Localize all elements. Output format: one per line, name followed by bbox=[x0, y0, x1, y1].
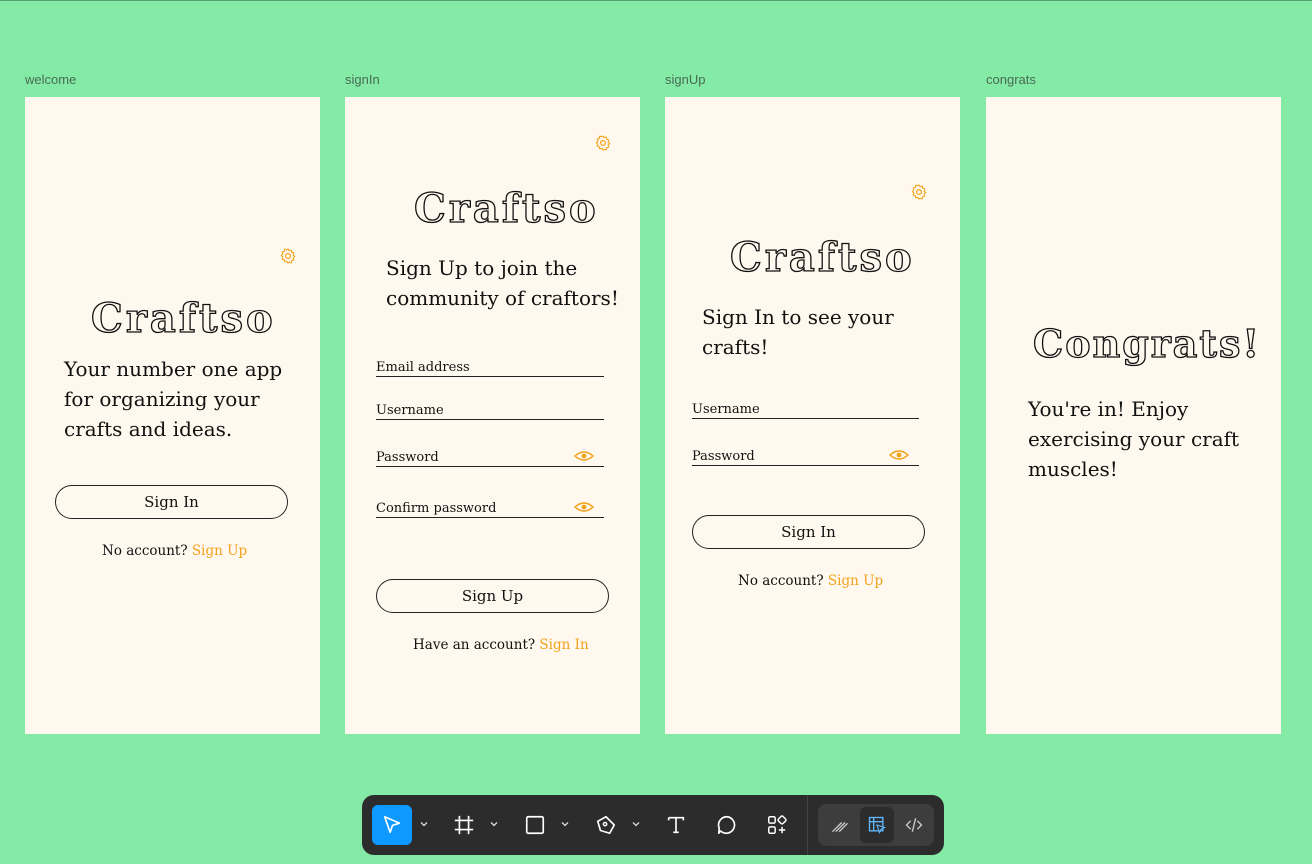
toolbar-divider bbox=[807, 795, 808, 855]
no-account-label: No account? bbox=[102, 543, 188, 559]
have-account-text: Have an account? Sign In bbox=[413, 637, 589, 653]
welcome-heading: Your number one app for organizing your … bbox=[64, 357, 283, 441]
username-label: Username bbox=[376, 403, 444, 418]
eye-icon[interactable] bbox=[574, 501, 594, 513]
eye-icon[interactable] bbox=[889, 449, 909, 461]
congrats-message: You're in! Enjoy exercising your craft m… bbox=[1028, 397, 1240, 481]
no-account-label: No account? bbox=[738, 573, 824, 589]
chevron-down-icon[interactable] bbox=[631, 819, 641, 829]
design-toolbar bbox=[362, 795, 944, 855]
email-field[interactable]: Email address bbox=[376, 357, 604, 377]
frame-label-signup[interactable]: signUp bbox=[665, 72, 705, 87]
frame-label-welcome[interactable]: welcome bbox=[25, 72, 76, 87]
pen-icon bbox=[596, 815, 616, 835]
dev-mode-button[interactable] bbox=[898, 809, 930, 841]
congrats-title: Congrats! bbox=[1032, 320, 1262, 366]
frame-signup[interactable]: Craftso Sign In to see your crafts! User… bbox=[665, 97, 960, 734]
sign-in-button[interactable]: Sign In bbox=[55, 485, 288, 519]
gear-icon[interactable] bbox=[594, 134, 612, 152]
rectangle-icon bbox=[525, 815, 545, 835]
username-field[interactable]: Username bbox=[692, 399, 919, 419]
password-label: Password bbox=[376, 450, 439, 465]
confirm-password-field[interactable]: Confirm password bbox=[376, 498, 604, 518]
app-logo: Craftso bbox=[413, 184, 599, 232]
gear-icon[interactable] bbox=[279, 247, 297, 265]
password-label: Password bbox=[692, 449, 755, 464]
sign-in-button[interactable]: Sign In bbox=[692, 515, 925, 549]
frame-congrats[interactable]: Congrats! You're in! Enjoy exercising yo… bbox=[986, 97, 1281, 734]
app-logo: Craftso bbox=[90, 294, 276, 342]
frame-tool-button[interactable] bbox=[444, 805, 484, 845]
pen-tool-button[interactable] bbox=[586, 805, 626, 845]
no-account-text: No account? Sign Up bbox=[738, 573, 883, 589]
canvas-top-border bbox=[0, 0, 1312, 1]
sign-up-link[interactable]: Sign Up bbox=[192, 543, 247, 559]
password-field[interactable]: Password bbox=[376, 447, 604, 467]
chevron-down-icon[interactable] bbox=[489, 819, 499, 829]
signin-heading: Sign Up to join the community of craftor… bbox=[386, 256, 619, 310]
app-logo: Craftso bbox=[729, 233, 915, 281]
text-icon bbox=[667, 816, 685, 834]
username-label: Username bbox=[692, 402, 760, 417]
code-icon bbox=[905, 818, 923, 832]
password-field[interactable]: Password bbox=[692, 446, 919, 466]
move-tool-button[interactable] bbox=[372, 805, 412, 845]
confirm-password-label: Confirm password bbox=[376, 501, 497, 516]
gear-icon[interactable] bbox=[910, 183, 928, 201]
frame-label-congrats[interactable]: congrats bbox=[986, 72, 1036, 87]
email-label: Email address bbox=[376, 360, 470, 375]
signup-heading: Sign In to see your crafts! bbox=[702, 305, 894, 359]
sign-up-link[interactable]: Sign Up bbox=[828, 573, 883, 589]
comment-tool-button[interactable] bbox=[707, 805, 747, 845]
frame-icon bbox=[454, 815, 474, 835]
sign-in-link[interactable]: Sign In bbox=[539, 637, 588, 653]
chevron-down-icon[interactable] bbox=[560, 819, 570, 829]
have-account-label: Have an account? bbox=[413, 637, 536, 653]
sign-up-button[interactable]: Sign Up bbox=[376, 579, 609, 613]
text-tool-button[interactable] bbox=[656, 805, 696, 845]
cursor-icon bbox=[383, 815, 401, 834]
frame-label-signin[interactable]: signIn bbox=[345, 72, 380, 87]
draw-icon bbox=[832, 822, 848, 833]
username-field[interactable]: Username bbox=[376, 400, 604, 420]
shape-tool-button[interactable] bbox=[515, 805, 555, 845]
draw-mode-button[interactable] bbox=[824, 809, 856, 841]
frame-signin[interactable]: Craftso Sign Up to join the community of… bbox=[345, 97, 640, 734]
actions-tool-button[interactable] bbox=[757, 805, 797, 845]
comment-icon bbox=[717, 815, 736, 835]
frame-welcome[interactable]: Craftso Your number one app for organizi… bbox=[25, 97, 320, 734]
eye-icon[interactable] bbox=[574, 450, 594, 462]
design-icon bbox=[868, 816, 887, 835]
actions-icon bbox=[768, 815, 787, 834]
design-mode-button[interactable] bbox=[860, 807, 894, 843]
chevron-down-icon[interactable] bbox=[419, 819, 429, 829]
no-account-text: No account? Sign Up bbox=[102, 543, 247, 559]
